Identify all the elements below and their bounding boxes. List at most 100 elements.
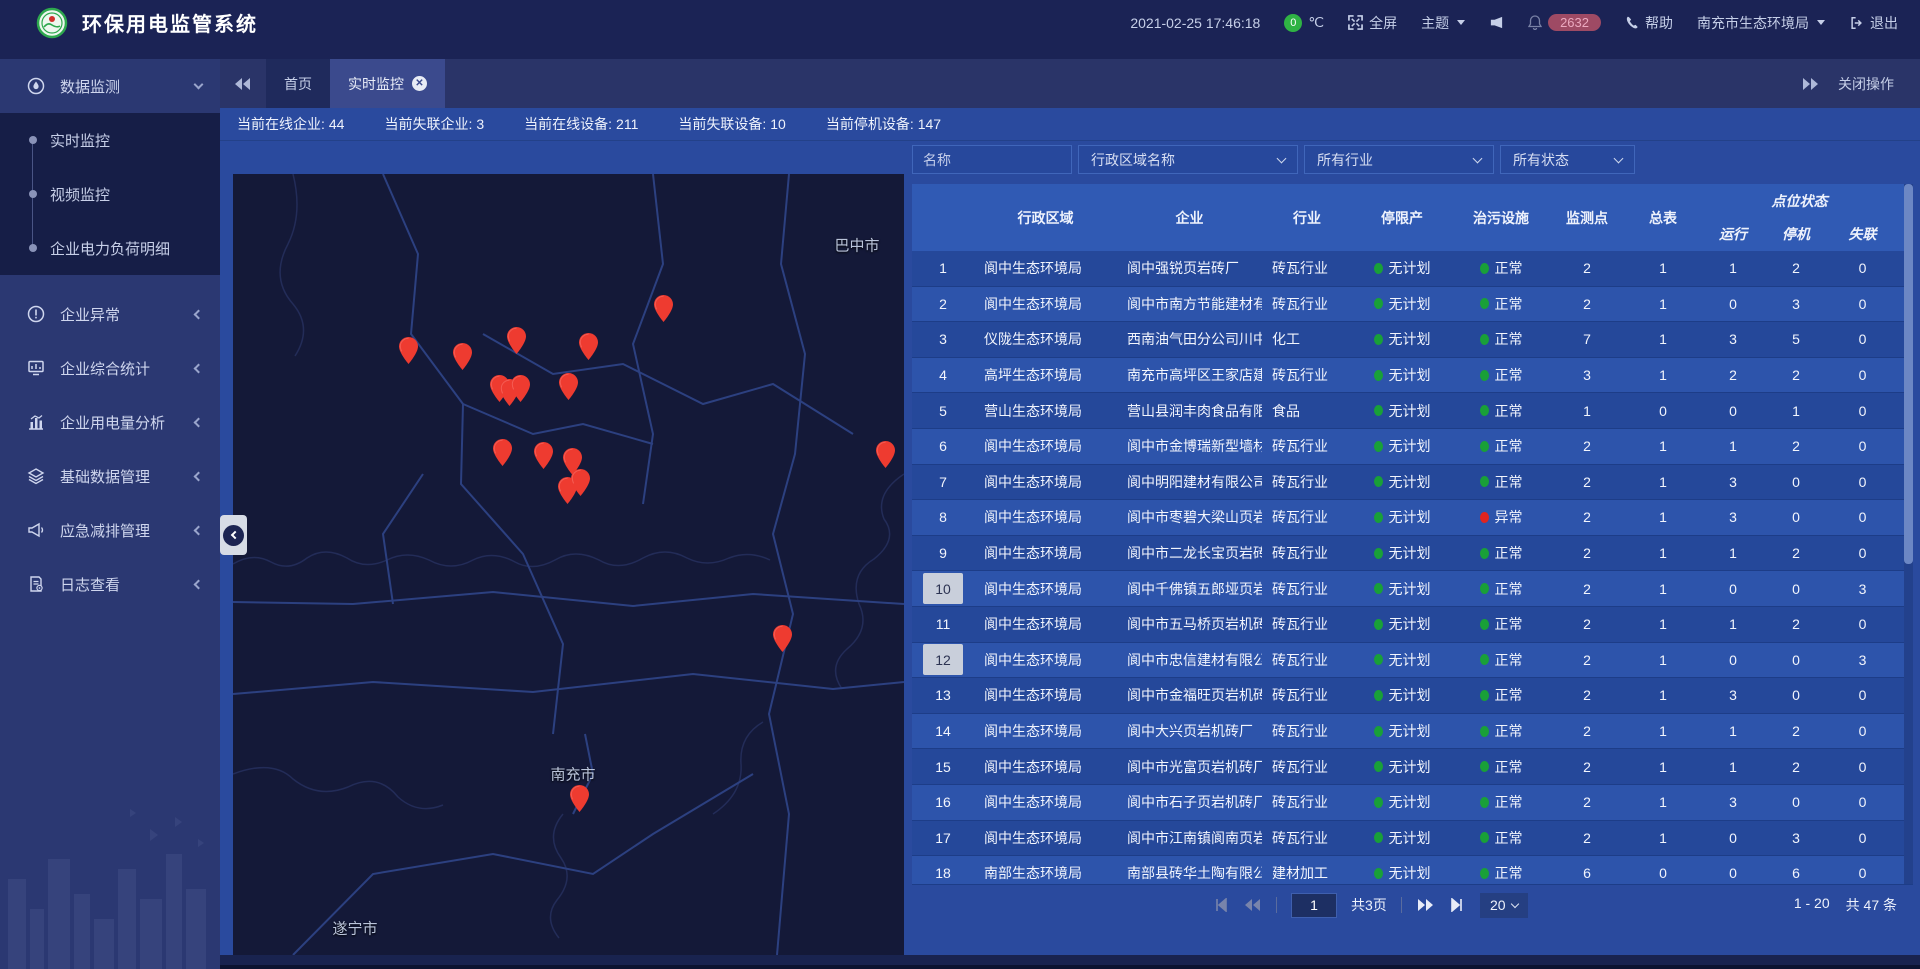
row-index: 3 xyxy=(912,322,974,357)
sidebar-item-2[interactable]: 企业综合统计 xyxy=(0,341,220,395)
status-dot-green xyxy=(1480,726,1489,737)
page-size-select[interactable]: 20 xyxy=(1480,893,1528,918)
map-pin[interactable] xyxy=(493,439,512,466)
table-row[interactable]: 14阆中生态环境局阆中大兴页岩机砖厂砖瓦行业无计划正常21120 xyxy=(912,714,1913,750)
map-pin[interactable] xyxy=(399,337,418,364)
table-scrollbar[interactable] xyxy=(1904,184,1913,884)
col-lost: 失联 xyxy=(1828,217,1897,251)
table-row[interactable]: 5营山生态环境局营山县润丰肉食品有限食品无计划正常10010 xyxy=(912,393,1913,429)
status-dot-green xyxy=(1374,334,1383,345)
map-pin[interactable] xyxy=(654,295,673,322)
table-row[interactable]: 10阆中生态环境局阆中千佛镇五郎垭页岩砖瓦行业无计划正常21003 xyxy=(912,571,1913,607)
table-row[interactable]: 15阆中生态环境局阆中市光富页岩机砖厂砖瓦行业无计划正常21120 xyxy=(912,749,1913,785)
cell-industry: 砖瓦行业 xyxy=(1262,251,1352,286)
app-title: 环保用电监管系统 xyxy=(82,8,258,37)
stat-item: 当前失联企业:3 xyxy=(384,114,484,134)
tab-close-icon[interactable]: ✕ xyxy=(412,76,427,91)
status-dot-green xyxy=(1480,868,1489,879)
sidebar-item-5[interactable]: 应急减排管理 xyxy=(0,503,220,557)
map-pin[interactable] xyxy=(511,375,530,402)
tab-home[interactable]: 首页 xyxy=(266,59,330,108)
last-page-button[interactable] xyxy=(1448,897,1466,913)
map-pin[interactable] xyxy=(876,441,895,468)
table-row[interactable]: 4高坪生态环境局南充市高坪区王家店建砖瓦行业无计划正常31220 xyxy=(912,358,1913,394)
map-pin[interactable] xyxy=(507,327,526,354)
cell-points: 6 xyxy=(1550,856,1624,884)
tabs-scroll-left-button[interactable] xyxy=(220,59,266,108)
status-select[interactable]: 所有状态 xyxy=(1500,145,1635,174)
first-page-button[interactable] xyxy=(1212,897,1230,913)
map-pin[interactable] xyxy=(571,469,590,496)
table-row[interactable]: 13阆中生态环境局阆中市金福旺页岩机砖砖瓦行业无计划正常21300 xyxy=(912,678,1913,714)
table-row[interactable]: 2阆中生态环境局阆中市南方节能建材有砖瓦行业无计划正常21030 xyxy=(912,287,1913,323)
previous-page-button[interactable] xyxy=(1244,897,1262,913)
cell-lost: 0 xyxy=(1828,429,1897,464)
cell-run: 2 xyxy=(1702,358,1764,393)
collapse-map-button[interactable] xyxy=(220,515,247,555)
logout-button[interactable]: 退出 xyxy=(1849,13,1898,33)
theme-dropdown[interactable]: 主题 xyxy=(1421,13,1465,33)
sidebar-item-4[interactable]: 基础数据管理 xyxy=(0,449,220,503)
sidebar-subitem[interactable]: 企业电力负荷明细 xyxy=(0,221,220,275)
industry-select[interactable]: 所有行业 xyxy=(1304,145,1494,174)
fullscreen-button[interactable]: 全屏 xyxy=(1348,13,1397,33)
map-pin[interactable] xyxy=(570,785,589,812)
map-pin[interactable] xyxy=(559,373,578,400)
table-row[interactable]: 12阆中生态环境局阆中市忠信建材有限公砖瓦行业无计划正常21003 xyxy=(912,643,1913,679)
table-row[interactable]: 8阆中生态环境局阆中市枣碧大梁山页岩砖瓦行业无计划异常21300 xyxy=(912,500,1913,536)
datetime: 2021-02-25 17:46:18 xyxy=(1130,15,1260,31)
sound-toggle[interactable] xyxy=(1489,15,1504,30)
table-row[interactable]: 17阆中生态环境局阆中市江南镇阆南页岩砖瓦行业无计划正常21030 xyxy=(912,821,1913,857)
table-row[interactable]: 18南部生态环境局南部县砖华土陶有限公建材加工无计划正常60060 xyxy=(912,856,1913,884)
chevron-down-icon xyxy=(1817,20,1825,25)
map-roads xyxy=(233,174,904,955)
chevron-left-icon xyxy=(223,525,244,546)
map-pin[interactable] xyxy=(534,442,553,469)
table-row[interactable]: 6阆中生态环境局阆中市金博瑞新型墙材砖瓦行业无计划正常21120 xyxy=(912,429,1913,465)
cell-region: 阆中生态环境局 xyxy=(974,643,1117,678)
close-operations-button[interactable]: 关闭操作 xyxy=(1838,74,1894,94)
cell-points: 1 xyxy=(1550,393,1624,428)
map-pin[interactable] xyxy=(579,333,598,360)
enterprise-panel: 行政区域名称 所有行业 所有状态 行政区域 企业 行业 停限产 治污设施 监测点… xyxy=(912,145,1913,925)
table-row[interactable]: 7阆中生态环境局阆中明阳建材有限公司砖瓦行业无计划正常21300 xyxy=(912,465,1913,501)
table-row[interactable]: 3仪陇生态环境局西南油气田分公司川中化工无计划正常71350 xyxy=(912,322,1913,358)
chevron-left-icon xyxy=(194,363,204,373)
status-dot-green xyxy=(1374,548,1383,559)
double-chevron-right-icon[interactable] xyxy=(1802,78,1818,90)
map-pin[interactable] xyxy=(773,625,792,652)
cell-points: 2 xyxy=(1550,465,1624,500)
table-row[interactable]: 16阆中生态环境局阆中市石子页岩机砖厂砖瓦行业无计划正常21300 xyxy=(912,785,1913,821)
organization-dropdown[interactable]: 南充市生态环境局 xyxy=(1697,13,1825,33)
cell-meter: 1 xyxy=(1624,785,1702,820)
sidebar-subitem[interactable]: 视频监控 xyxy=(0,167,220,221)
map-pin[interactable] xyxy=(453,343,472,370)
row-index: 14 xyxy=(912,714,974,749)
cell-region: 阆中生态环境局 xyxy=(974,429,1117,464)
notifications[interactable]: 2632 xyxy=(1528,14,1601,31)
scrollbar-thumb[interactable] xyxy=(1904,184,1913,564)
cell-halt: 0 xyxy=(1764,465,1828,500)
map[interactable]: 巴中市南充市遂宁市 xyxy=(233,174,904,955)
sidebar-item-6[interactable]: 日志查看 xyxy=(0,557,220,611)
cell-facility-status: 正常 xyxy=(1452,749,1550,784)
name-search-input[interactable] xyxy=(912,145,1072,174)
cell-points: 2 xyxy=(1550,536,1624,571)
help-button[interactable]: 帮助 xyxy=(1625,13,1673,33)
cell-stop-status: 无计划 xyxy=(1352,429,1452,464)
sidebar-item-3[interactable]: 企业用电量分析 xyxy=(0,395,220,449)
cell-region: 阆中生态环境局 xyxy=(974,678,1117,713)
tab-realtime-monitoring[interactable]: 实时监控 ✕ xyxy=(330,59,445,108)
page-number-input[interactable] xyxy=(1291,893,1337,918)
sidebar-item-0[interactable]: 数据监测 xyxy=(0,59,220,113)
region-select[interactable]: 行政区域名称 xyxy=(1078,145,1298,174)
table-row[interactable]: 9阆中生态环境局阆中市二龙长宝页岩砖砖瓦行业无计划正常21120 xyxy=(912,536,1913,572)
next-page-button[interactable] xyxy=(1416,897,1434,913)
sidebar-subitem[interactable]: 实时监控 xyxy=(0,113,220,167)
table-row[interactable]: 1阆中生态环境局阆中强锐页岩砖厂砖瓦行业无计划正常21120 xyxy=(912,251,1913,287)
cell-enterprise: 阆中强锐页岩砖厂 xyxy=(1117,251,1262,286)
table-row[interactable]: 11阆中生态环境局阆中市五马桥页岩机砖砖瓦行业无计划正常21120 xyxy=(912,607,1913,643)
cell-enterprise: 南部县砖华土陶有限公 xyxy=(1117,856,1262,884)
cell-halt: 2 xyxy=(1764,429,1828,464)
sidebar-item-1[interactable]: 企业异常 xyxy=(0,287,220,341)
